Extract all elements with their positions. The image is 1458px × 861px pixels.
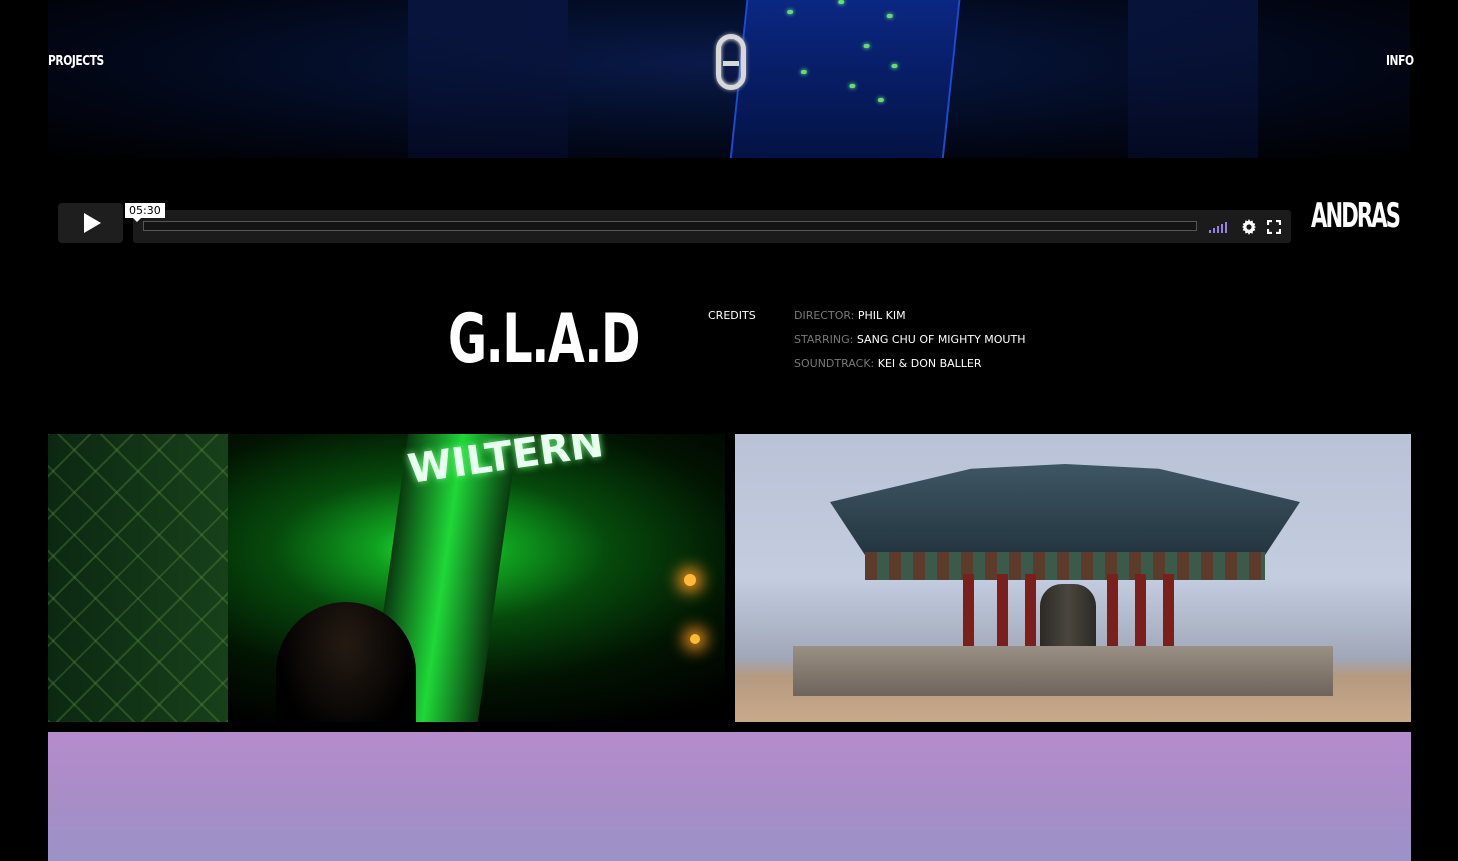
pavilion-pillar xyxy=(1107,574,1118,656)
volume-bar xyxy=(1225,222,1227,233)
credits-heading: CREDITS xyxy=(708,309,756,322)
pavilion-pillar xyxy=(997,574,1008,656)
volume-icon[interactable] xyxy=(1209,220,1233,233)
volume-bar xyxy=(1213,228,1215,233)
still-image-purple-sky xyxy=(48,732,1411,861)
pavilion-pillar xyxy=(1135,574,1146,656)
still-image-wiltern: WILTERN xyxy=(48,434,725,722)
window-light xyxy=(886,14,893,18)
window-light xyxy=(849,84,856,88)
project-title: G.L.A.D xyxy=(448,300,640,379)
credit-row-starring: STARRING: SANG CHU OF MIGHTY MOUTH xyxy=(794,333,1025,346)
nav-info-link[interactable]: INFO xyxy=(1386,54,1414,69)
fullscreen-icon[interactable] xyxy=(1267,220,1281,234)
pavilion-pillar xyxy=(963,574,974,656)
volume-bar xyxy=(1217,226,1219,233)
pavilion-pillar xyxy=(1025,574,1036,656)
andras-logo[interactable]: ANDRAS xyxy=(1311,198,1401,234)
play-button[interactable] xyxy=(58,203,123,243)
player-controls xyxy=(133,210,1291,243)
credit-value: PHIL KIM xyxy=(857,309,906,322)
tile-wall xyxy=(48,434,228,722)
project-page: PROJECTS INFO 05:30 ANDRAS G.L.A.D CREDI… xyxy=(0,0,1458,861)
window-light xyxy=(800,70,808,74)
play-icon xyxy=(83,213,101,233)
pavilion-eave xyxy=(865,552,1265,580)
building-shape xyxy=(1128,0,1258,158)
window-light xyxy=(863,44,870,48)
credit-key: SOUNDTRACK: xyxy=(794,357,875,370)
tower-shape xyxy=(727,0,963,158)
bell-shape xyxy=(1040,584,1096,654)
street-lamp xyxy=(690,634,700,644)
window-light xyxy=(891,64,898,68)
credit-row-soundtrack: SOUNDTRACK: KEI & DON BALLER xyxy=(794,357,982,370)
window-light xyxy=(837,0,845,4)
hero-video-still[interactable] xyxy=(48,0,1410,158)
still-image-bell-pavilion xyxy=(735,434,1411,722)
pavilion-roof xyxy=(830,464,1300,559)
street-lamp xyxy=(684,574,696,586)
settings-gear-icon[interactable] xyxy=(1241,219,1257,235)
window-light xyxy=(877,98,885,102)
volume-bar xyxy=(1221,224,1223,233)
neon-sign-text: WILTERN xyxy=(405,434,606,493)
credit-value: SANG CHU OF MIGHTY MOUTH xyxy=(856,333,1026,346)
logo-ring-icon xyxy=(716,34,746,90)
pavilion-pillar xyxy=(1163,574,1174,656)
progress-bar[interactable] xyxy=(143,221,1197,231)
building-shape xyxy=(408,0,568,158)
credit-row-director: DIRECTOR: PHIL KIM xyxy=(794,309,906,322)
window-light xyxy=(786,10,794,14)
pavilion-base xyxy=(793,646,1333,696)
credit-value: KEI & DON BALLER xyxy=(877,357,982,370)
credit-key: DIRECTOR: xyxy=(794,309,855,322)
nav-projects-link[interactable]: PROJECTS xyxy=(48,54,104,69)
volume-bar xyxy=(1209,230,1211,233)
credit-key: STARRING: xyxy=(794,333,854,346)
timestamp-tooltip: 05:30 xyxy=(125,203,165,222)
